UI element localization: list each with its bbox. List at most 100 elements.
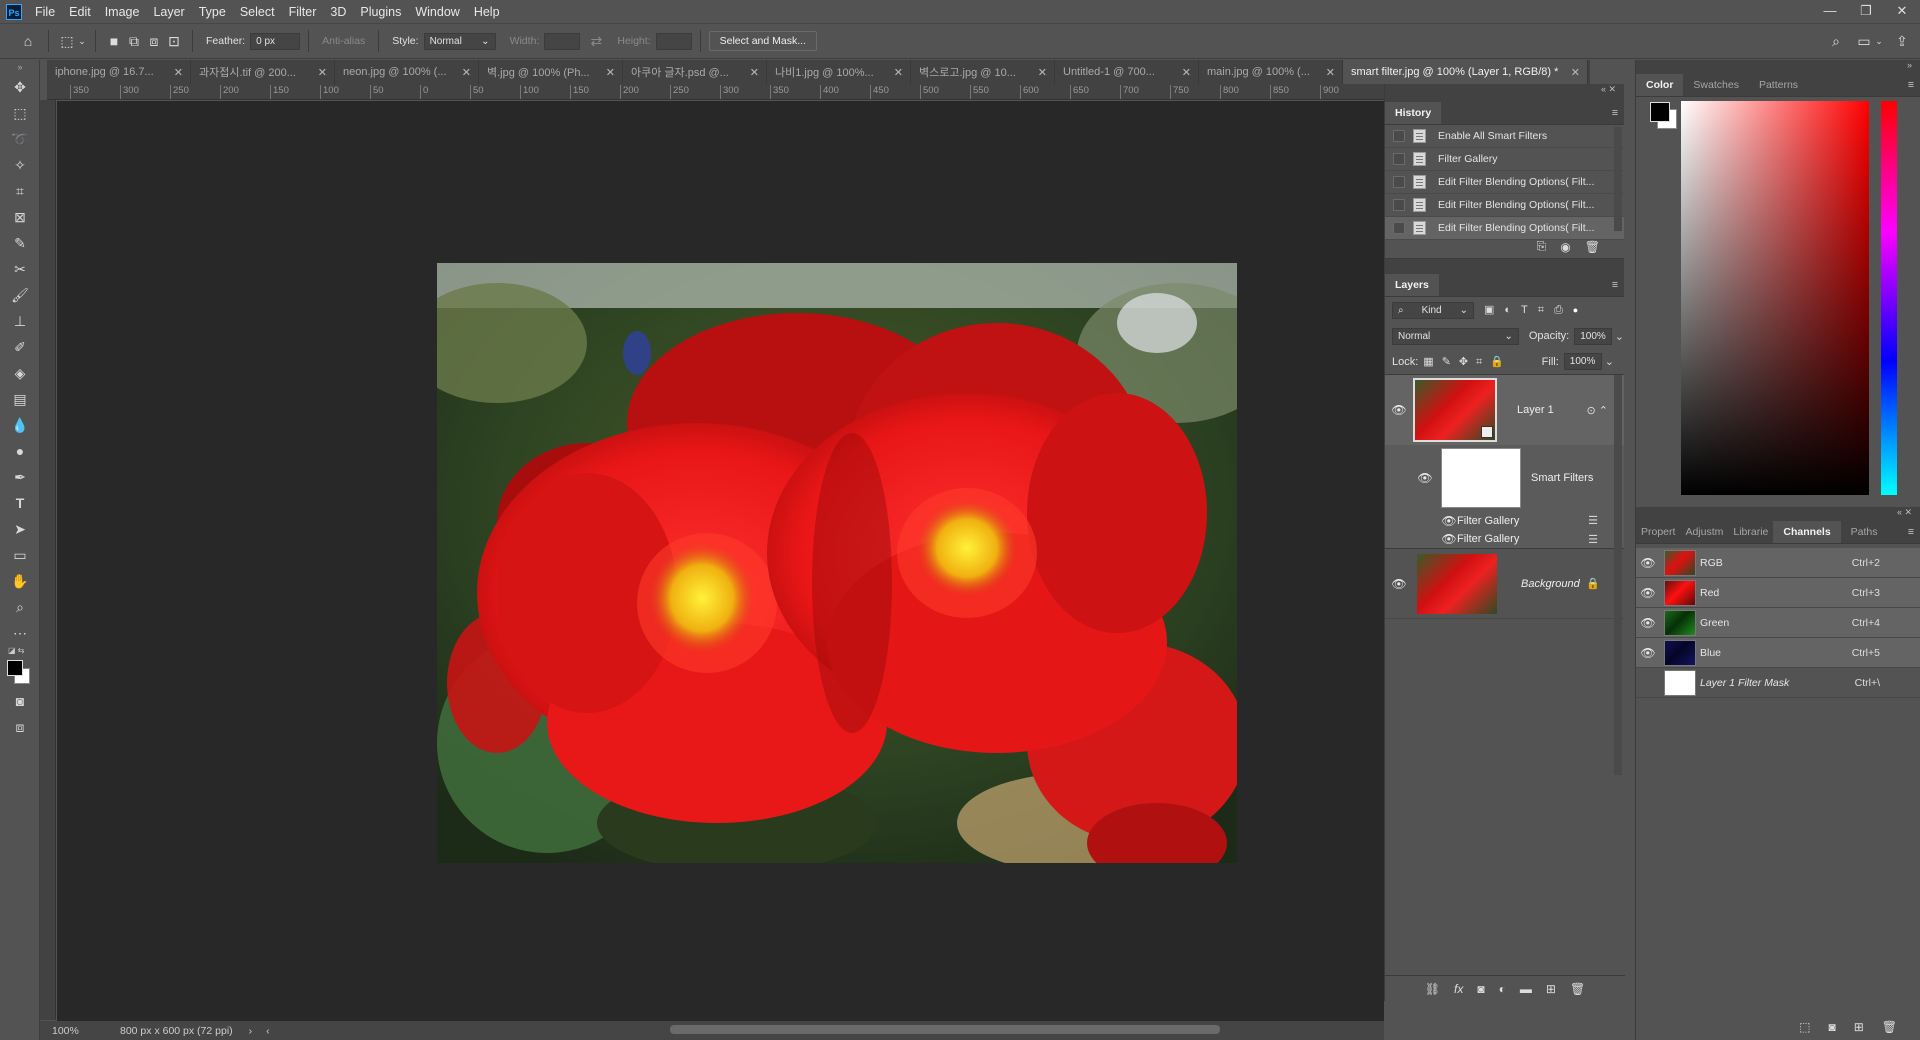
new-selection-icon[interactable]: ■ bbox=[104, 31, 124, 51]
more-tools-icon[interactable]: ⋯ bbox=[0, 620, 40, 646]
fill-input[interactable]: 100% bbox=[1563, 353, 1602, 370]
rectangular-marquee-icon[interactable]: ⬚ bbox=[0, 100, 40, 126]
chevron-right-icon[interactable]: › bbox=[249, 1025, 253, 1037]
visibility-eye-icon[interactable]: 👁 bbox=[1636, 646, 1660, 660]
subtract-selection-icon[interactable]: ⧈ bbox=[144, 31, 164, 51]
blending-options-icon[interactable]: ☰ bbox=[1588, 514, 1598, 527]
channel-row-red[interactable]: 👁 Red Ctrl+3 bbox=[1636, 578, 1920, 608]
tab-adjustments[interactable]: Adjustm bbox=[1680, 521, 1728, 543]
menu-layer[interactable]: Layer bbox=[146, 5, 191, 19]
close-icon[interactable]: ✕ bbox=[750, 66, 759, 79]
load-selection-icon[interactable]: ⬚ bbox=[1799, 1020, 1810, 1034]
tab-libraries[interactable]: Librarie bbox=[1728, 521, 1773, 543]
doc-tab[interactable]: neon.jpg @ 100% (... ✕ bbox=[335, 60, 479, 84]
default-colors-icon[interactable]: ◪ ⇆ bbox=[8, 646, 24, 655]
history-item[interactable]: Enable All Smart Filters bbox=[1385, 125, 1624, 148]
workspace-icon[interactable]: ▭ bbox=[1854, 31, 1874, 51]
snapshot-checkbox[interactable] bbox=[1393, 222, 1405, 234]
history-scrollbar[interactable] bbox=[1614, 127, 1622, 231]
chevron-down-icon[interactable]: ⌄ bbox=[1615, 330, 1624, 343]
new-channel-icon[interactable]: ⊞ bbox=[1854, 1020, 1864, 1034]
doc-tab[interactable]: iphone.jpg @ 16.7... ✕ bbox=[47, 60, 191, 84]
visibility-eye-icon[interactable]: 👁 bbox=[1636, 616, 1660, 630]
snapshot-checkbox[interactable] bbox=[1393, 199, 1405, 211]
tab-layers[interactable]: Layers bbox=[1385, 274, 1439, 296]
close-icon[interactable]: ✕ bbox=[1571, 66, 1580, 79]
history-item[interactable]: Edit Filter Blending Options( Filt... bbox=[1385, 194, 1624, 217]
brush-icon[interactable]: 🖌 bbox=[0, 282, 40, 308]
path-selection-icon[interactable]: ➤ bbox=[0, 516, 40, 542]
panel-menu-icon[interactable]: ≡ bbox=[1612, 274, 1618, 296]
history-brush-icon[interactable]: ✐ bbox=[0, 334, 40, 360]
layer-row-background[interactable]: 👁 Background 🔒 bbox=[1385, 549, 1624, 619]
panel-dock-header[interactable]: » bbox=[1636, 60, 1920, 72]
chevron-down-icon[interactable]: ⌄ bbox=[77, 31, 87, 51]
trash-icon[interactable]: 🗑 bbox=[1585, 240, 1600, 254]
layer-row-layer1[interactable]: 👁 Layer 1 ⊙ ⌃ bbox=[1385, 375, 1624, 445]
channel-row-rgb[interactable]: 👁 RGB Ctrl+2 bbox=[1636, 548, 1920, 578]
close-icon[interactable]: ✕ bbox=[1038, 66, 1047, 79]
link-icon[interactable]: ⛓ bbox=[1425, 982, 1440, 996]
doc-tab[interactable]: 나비1.jpg @ 100%... ✕ bbox=[767, 60, 911, 84]
marquee-tool-preset-icon[interactable]: ⬚ bbox=[57, 31, 77, 51]
snapshot-checkbox[interactable] bbox=[1393, 176, 1405, 188]
save-selection-icon[interactable]: ◙ bbox=[1828, 1020, 1835, 1034]
menu-window[interactable]: Window bbox=[408, 5, 466, 19]
scroll-left-icon[interactable]: ‹ bbox=[266, 1025, 270, 1037]
visibility-eye-icon[interactable]: 👁 bbox=[1441, 514, 1457, 528]
snapshot-checkbox[interactable] bbox=[1393, 153, 1405, 165]
history-item-selected[interactable]: Edit Filter Blending Options( Filt... bbox=[1385, 217, 1624, 240]
tab-paths[interactable]: Paths bbox=[1841, 521, 1888, 543]
filter-row[interactable]: 👁 Filter Gallery ☰ bbox=[1385, 511, 1624, 530]
chevron-down-icon[interactable]: ⌄ bbox=[1605, 355, 1614, 368]
doc-tab[interactable]: Untitled-1 @ 700... ✕ bbox=[1055, 60, 1199, 84]
fx-icon[interactable]: fx bbox=[1454, 982, 1463, 996]
saturation-brightness-field[interactable] bbox=[1681, 101, 1869, 495]
channel-row-blue[interactable]: 👁 Blue Ctrl+5 bbox=[1636, 638, 1920, 668]
tab-channels[interactable]: Channels bbox=[1773, 521, 1841, 543]
close-icon[interactable]: ✕ bbox=[318, 66, 327, 79]
menu-file[interactable]: File bbox=[28, 5, 62, 19]
new-layer-icon[interactable]: ⊞ bbox=[1546, 982, 1556, 996]
new-document-from-state-icon[interactable]: ⎘ bbox=[1537, 239, 1547, 254]
add-selection-icon[interactable]: ⧉ bbox=[124, 31, 144, 51]
horizontal-scrollbar[interactable] bbox=[670, 1025, 1220, 1034]
menu-3d[interactable]: 3D bbox=[323, 5, 353, 19]
menu-filter[interactable]: Filter bbox=[282, 5, 324, 19]
menu-image[interactable]: Image bbox=[98, 5, 147, 19]
filter-row[interactable]: 👁 Filter Gallery ☰ bbox=[1385, 530, 1624, 549]
trash-icon[interactable]: 🗑 bbox=[1570, 982, 1585, 996]
lock-icon[interactable]: 🔒 bbox=[1586, 577, 1600, 590]
eyedropper-icon[interactable]: ✎ bbox=[0, 230, 40, 256]
camera-icon[interactable]: ◉ bbox=[1560, 240, 1570, 254]
visibility-eye-icon[interactable]: 👁 bbox=[1636, 586, 1660, 600]
doc-tab-active[interactable]: smart filter.jpg @ 100% (Layer 1, RGB/8)… bbox=[1343, 60, 1588, 84]
layers-scrollbar[interactable] bbox=[1614, 375, 1622, 775]
history-item[interactable]: Edit Filter Blending Options( Filt... bbox=[1385, 171, 1624, 194]
frame-icon[interactable]: ⊠ bbox=[0, 204, 40, 230]
close-icon[interactable]: ✕ bbox=[894, 66, 903, 79]
doc-tab[interactable]: 아쿠아 글자.psd @... ✕ bbox=[623, 60, 767, 84]
foreground-color-swatch[interactable] bbox=[7, 660, 23, 676]
style-select[interactable]: Normal ⌄ bbox=[423, 32, 496, 50]
crop-icon[interactable]: ⌗ bbox=[0, 178, 40, 204]
feather-input[interactable]: 0 px bbox=[250, 32, 301, 50]
tab-swatches[interactable]: Swatches bbox=[1683, 74, 1749, 96]
menu-edit[interactable]: Edit bbox=[62, 5, 98, 19]
menu-plugins[interactable]: Plugins bbox=[353, 5, 408, 19]
channel-row-green[interactable]: 👁 Green Ctrl+4 bbox=[1636, 608, 1920, 638]
foreground-color-swatch[interactable] bbox=[1650, 102, 1670, 122]
channel-row-filter-mask[interactable]: Layer 1 Filter Mask Ctrl+\ bbox=[1636, 668, 1920, 698]
close-icon[interactable]: ✕ bbox=[462, 66, 471, 79]
hand-icon[interactable]: ✋ bbox=[0, 568, 40, 594]
select-and-mask-button[interactable]: Select and Mask... bbox=[708, 31, 817, 51]
close-button[interactable]: ✕ bbox=[1884, 0, 1920, 23]
close-icon[interactable]: ✕ bbox=[1182, 66, 1191, 79]
zoom-icon[interactable]: ⌕ bbox=[0, 594, 40, 620]
doc-tab[interactable]: 벽스로고.jpg @ 10... ✕ bbox=[911, 60, 1055, 84]
width-input[interactable] bbox=[544, 32, 581, 50]
magic-wand-icon[interactable]: ✧ bbox=[0, 152, 40, 178]
close-icon[interactable]: ✕ bbox=[174, 66, 183, 79]
doc-tab[interactable]: main.jpg @ 100% (... ✕ bbox=[1199, 60, 1343, 84]
doc-tab[interactable]: 벽.jpg @ 100% (Ph... ✕ bbox=[479, 60, 623, 84]
